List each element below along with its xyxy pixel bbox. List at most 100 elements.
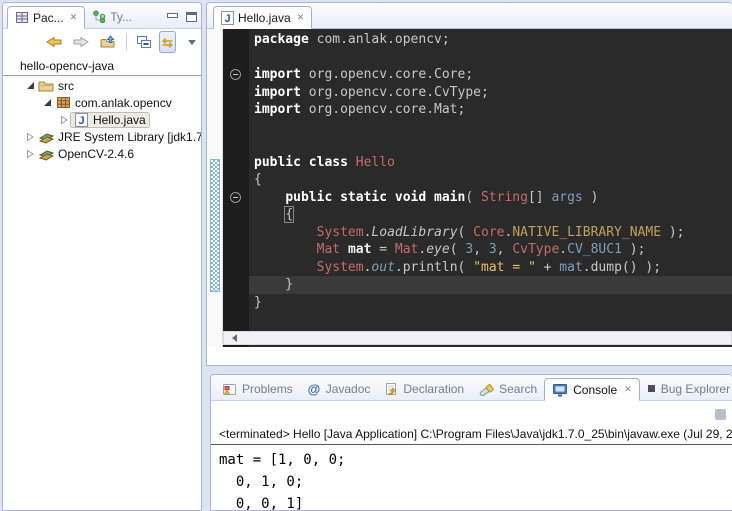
tree-item-label: src	[58, 79, 74, 93]
code-line[interactable]: {	[249, 171, 732, 189]
editor-tab-hello-java[interactable]: J Hello.java ✕	[213, 6, 312, 29]
tab-search[interactable]: Search	[471, 377, 544, 400]
code-line[interactable]: import org.opencv.core.CvType;	[249, 84, 732, 102]
console-output-line: 0, 1, 0;	[219, 471, 732, 493]
code-editor[interactable]: package com.anlak.opencv; import org.open…	[249, 29, 732, 347]
scroll-left-icon[interactable]	[232, 334, 237, 342]
java-file-icon: J	[221, 11, 234, 25]
code-line[interactable]: Mat mat = Mat.eye( 3, 3, CvType.CV_8UC1 …	[249, 241, 732, 259]
code-line[interactable]: import org.opencv.core.Core;	[249, 66, 732, 84]
link-with-editor-button[interactable]: ⇆	[159, 31, 176, 53]
tree-item-hello-opencv-java[interactable]: hello-opencv-java	[3, 57, 201, 74]
editor-body: package com.anlak.opencv; import org.open…	[207, 29, 732, 347]
code-token: ,	[497, 242, 513, 257]
code-token: Core	[473, 225, 504, 240]
tree-collapsed-arrow-icon[interactable]	[58, 115, 70, 125]
code-token: System	[317, 260, 364, 275]
close-icon[interactable]: ✕	[295, 12, 305, 23]
code-token: Mat	[317, 242, 340, 257]
code-line[interactable]: System.out.println( "mat = " + mat.dump(…	[249, 259, 732, 277]
forward-button[interactable]	[70, 31, 92, 53]
tab-label: Javadoc	[326, 382, 371, 396]
up-button[interactable]	[97, 31, 119, 53]
tree-item-hello-java[interactable]: J Hello.java	[3, 111, 201, 128]
code-line[interactable]	[249, 49, 732, 67]
folder-up-icon	[99, 35, 117, 49]
back-button[interactable]	[43, 31, 65, 53]
tree-item-com-anlak-opencv[interactable]: com.anlak.opencv	[3, 94, 201, 111]
tab-package-explorer[interactable]: Pac... ✕	[7, 6, 85, 29]
back-arrow-icon	[45, 35, 63, 49]
code-token: System	[317, 225, 364, 240]
tab-label: Pac...	[33, 11, 64, 25]
code-token	[254, 207, 285, 222]
tree-collapsed-arrow-icon[interactable]	[24, 149, 36, 159]
code-token	[348, 155, 356, 170]
fold-collapse-icon[interactable]	[230, 192, 241, 203]
svg-text:@: @	[307, 382, 320, 396]
search-icon	[478, 382, 494, 396]
tree-item-src[interactable]: src	[3, 77, 201, 94]
package-explorer-icon	[15, 11, 29, 24]
problems-icon	[222, 382, 237, 396]
console-output[interactable]: mat = [1, 0, 0; 0, 1, 0; 0, 0, 1]	[211, 445, 732, 511]
code-line[interactable]: package com.anlak.opencv;	[249, 31, 732, 49]
code-line[interactable]: }	[249, 276, 732, 294]
code-line[interactable]: public class Hello	[249, 154, 732, 172]
code-token: CvType	[512, 242, 559, 257]
tab-declaration[interactable]: Declaration	[377, 377, 471, 400]
project-tree[interactable]: hello-opencv-java srccom.anlak.opencv J Hel…	[3, 55, 201, 162]
collapse-all-icon	[136, 35, 152, 49]
code-token: Hello	[356, 155, 395, 170]
code-token: mat	[348, 242, 371, 257]
code-line[interactable]: public static void main( String[] args )	[249, 189, 732, 207]
tab-javadoc[interactable]: @ Javadoc	[300, 377, 378, 400]
close-icon[interactable]: ✕	[622, 384, 632, 395]
view-menu-icon[interactable]	[188, 40, 196, 45]
tree-item-content: src	[36, 79, 77, 93]
tab-label: Problems	[242, 382, 293, 396]
tab-console[interactable]: Console✕	[544, 378, 640, 401]
tree-expanded-arrow-icon[interactable]	[41, 98, 53, 107]
code-line[interactable]: {	[249, 206, 732, 224]
code-token: }	[254, 277, 293, 292]
code-token: .dump() );	[583, 260, 661, 275]
tab-type-hierarchy[interactable]: Ty...	[85, 5, 139, 28]
code-token: );	[661, 225, 684, 240]
tree-expanded-arrow-icon[interactable]	[24, 81, 36, 90]
code-line[interactable]	[249, 136, 732, 154]
code-token: org.opencv.core.CvType;	[301, 85, 489, 100]
console-toolbar-button[interactable]	[715, 409, 726, 420]
tree-item-label: com.anlak.opencv	[75, 96, 172, 110]
console-icon	[552, 383, 568, 397]
svg-text:J: J	[78, 115, 84, 127]
code-token: ,	[473, 242, 489, 257]
code-line[interactable]: }	[249, 294, 732, 312]
code-line[interactable]: import org.opencv.core.Mat;	[249, 101, 732, 119]
console-output-line: 0, 0, 1]	[219, 493, 732, 511]
fold-gutter	[223, 29, 249, 347]
minimize-button[interactable]	[166, 13, 178, 22]
code-token: )	[583, 190, 599, 205]
code-line[interactable]: System.LoadLibrary( Core.NATIVE_LIBRARY_…	[249, 224, 732, 242]
tree-item-label: Hello.java	[93, 113, 146, 127]
code-line[interactable]	[249, 119, 732, 137]
tree-item-jre-system-library-jdk1-7-0-25[interactable]: JRE System Library [jdk1.7.0_25]	[3, 128, 201, 145]
code-token: out	[371, 260, 394, 275]
maximize-button[interactable]	[186, 12, 197, 22]
code-token: import	[254, 102, 301, 117]
horizontal-scrollbar[interactable]	[223, 331, 732, 345]
collapse-all-button[interactable]	[134, 31, 154, 53]
tree-item-opencv-2-4-6[interactable]: OpenCV-2.4.6	[3, 145, 201, 162]
tab-bug-explorer[interactable]: Bug Explorer	[640, 377, 732, 400]
tab-problems[interactable]: Problems	[215, 377, 300, 400]
code-token: (	[450, 242, 466, 257]
console-output-line: mat = [1, 0, 0;	[219, 449, 732, 471]
code-token	[340, 242, 348, 257]
tree-collapsed-arrow-icon[interactable]	[24, 132, 36, 142]
code-token	[254, 242, 317, 257]
code-token: public class	[254, 155, 348, 170]
fold-collapse-icon[interactable]	[230, 69, 241, 80]
close-icon[interactable]: ✕	[68, 12, 78, 23]
code-token: mat	[559, 260, 582, 275]
